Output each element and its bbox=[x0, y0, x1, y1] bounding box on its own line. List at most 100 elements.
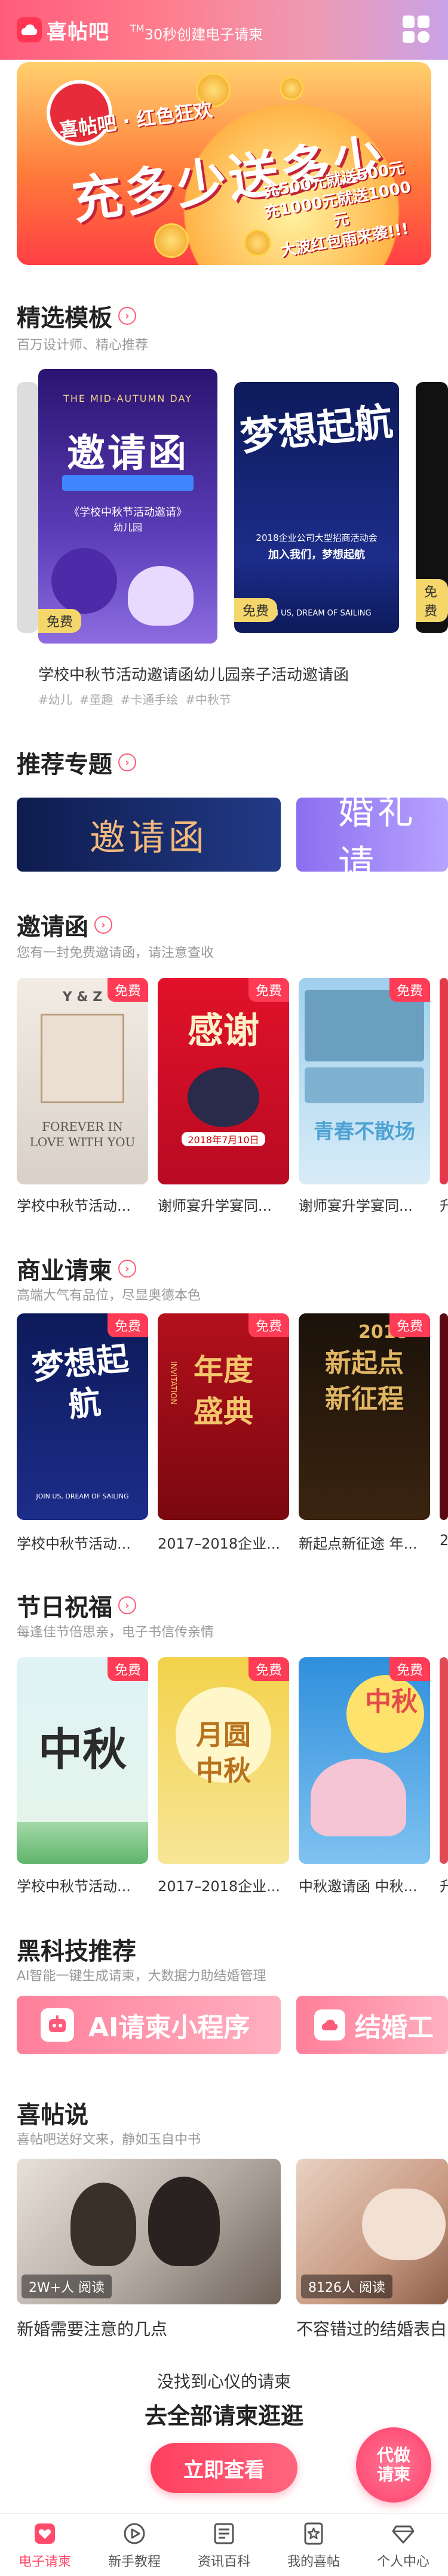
invitations-title-text: 邀请函 bbox=[17, 913, 88, 941]
business-card[interactable]: 2018 新起点新征程 免费 bbox=[299, 1313, 430, 1520]
poster-title: 感谢 bbox=[188, 1010, 259, 1052]
fairy-graphic bbox=[311, 1759, 406, 1836]
poster-title: 青春不散场 bbox=[314, 1120, 415, 1144]
tech-title-text: 黑科技推荐 bbox=[17, 1938, 136, 1965]
invitation-caption[interactable]: 学校中秋节活动... bbox=[17, 1194, 148, 1215]
custom-invitation-float-button[interactable]: 代做请柬 bbox=[356, 2427, 431, 2503]
invitation-caption[interactable]: 谢师宴升学宴同... bbox=[299, 1194, 430, 1215]
festival-section-title[interactable]: 节日祝福 › bbox=[17, 1588, 136, 1623]
wedding-tool-banner[interactable]: 结婚工 bbox=[296, 1996, 448, 2054]
business-caption[interactable]: 新起点新征途 年... bbox=[299, 1532, 430, 1553]
free-badge: 免费 bbox=[38, 609, 82, 633]
articles-section-title: 喜帖说 bbox=[17, 2095, 88, 2130]
slogan-text: 30秒创建电子请柬 bbox=[144, 26, 263, 43]
business-caption[interactable]: 学校中秋节活动... bbox=[17, 1532, 148, 1553]
chevron-right-icon: › bbox=[118, 1596, 136, 1614]
business-card[interactable]: 梦想起航 JOIN US, DREAM OF SAILING 免费 bbox=[17, 1313, 148, 1520]
festival-caption[interactable]: 升 bbox=[440, 1875, 448, 1895]
festival-card-peek[interactable] bbox=[440, 1657, 448, 1864]
promo-banner[interactable]: 喜帖吧 · 红色狂欢 充多少送多少 充500元就送500元 充1000元就送10… bbox=[17, 62, 431, 265]
free-badge: 免费 bbox=[107, 1313, 148, 1337]
tech-section-title: 黑科技推荐 bbox=[17, 1932, 136, 1966]
poster-title: 年度盛典 bbox=[194, 1353, 253, 1429]
news-icon bbox=[210, 2520, 238, 2547]
rabbit-image bbox=[128, 566, 194, 626]
poster-small: 幼儿园 bbox=[113, 522, 142, 533]
characters-image bbox=[188, 1067, 259, 1127]
featured-subtitle: 百万设计师、精心推荐 bbox=[17, 338, 149, 353]
invitation-caption[interactable]: 谢师宴升学宴同... bbox=[158, 1194, 289, 1215]
festival-card[interactable]: 月圆中秋 免费 bbox=[158, 1657, 289, 1864]
star-card-icon bbox=[300, 2520, 327, 2547]
invitation-card[interactable]: 青春不散场 免费 bbox=[299, 978, 430, 1184]
lotus-graphic bbox=[17, 1822, 148, 1864]
cloud-logo-icon bbox=[17, 17, 42, 42]
free-badge: 免费 bbox=[389, 1657, 430, 1681]
business-card-peek[interactable] bbox=[440, 1313, 448, 1520]
article-card[interactable]: 8126人 阅读 bbox=[296, 2159, 448, 2304]
tab-invitations[interactable]: 电子请柬 bbox=[0, 2514, 90, 2576]
poster-date: 2018年7月10日 bbox=[182, 1132, 265, 1146]
app-name: 喜帖吧 bbox=[47, 20, 109, 44]
coin-icon bbox=[154, 223, 189, 258]
template-card-peek[interactable] bbox=[17, 382, 38, 633]
tag[interactable]: #童趣 bbox=[79, 690, 113, 707]
business-caption[interactable]: 2 bbox=[440, 1532, 448, 1549]
article-card[interactable]: 2W+人 阅读 bbox=[17, 2159, 281, 2304]
heart-card-icon bbox=[31, 2520, 59, 2547]
tab-profile[interactable]: 个人中心 bbox=[358, 2514, 448, 2576]
festival-card[interactable]: 中秋 免费 bbox=[299, 1657, 430, 1864]
business-caption[interactable]: 2017–2018企业... bbox=[158, 1532, 289, 1553]
invitation-card[interactable]: Y & Z FOREVER IN LOVE WITH YOU 免费 bbox=[17, 978, 148, 1184]
festival-card[interactable]: 中秋 免费 bbox=[17, 1657, 148, 1864]
festival-caption[interactable]: 学校中秋节活动... bbox=[17, 1875, 148, 1895]
cloud-icon bbox=[314, 2009, 345, 2041]
tab-news[interactable]: 资讯百科 bbox=[179, 2514, 269, 2576]
view-now-button[interactable]: 立即查看 bbox=[151, 2443, 297, 2493]
article-title[interactable]: 不容错过的结婚表白 bbox=[296, 2316, 448, 2340]
header-slogan: TM30秒创建电子请柬 bbox=[130, 23, 263, 43]
ai-miniprogram-banner[interactable]: AI请柬小程序 bbox=[17, 1996, 281, 2054]
article-title[interactable]: 新婚需要注意的几点 bbox=[17, 2316, 281, 2340]
invitations-section-title[interactable]: 邀请函 › bbox=[17, 907, 112, 942]
topics-section-title[interactable]: 推荐专题 › bbox=[17, 745, 136, 780]
featured-section-title[interactable]: 精选模板 › bbox=[17, 298, 136, 333]
topic-wedding[interactable]: 婚礼请 bbox=[296, 791, 448, 885]
poster-line: 2018企业公司大型招商活动会 bbox=[256, 533, 378, 543]
business-title-text: 商业请柬 bbox=[17, 1257, 112, 1285]
invitation-card[interactable]: 感谢 2018年7月10日 免费 bbox=[158, 978, 289, 1184]
menu-grid-icon[interactable] bbox=[403, 16, 430, 43]
topic-invitation[interactable]: 邀请函 bbox=[17, 798, 281, 872]
template-card-dream[interactable]: 梦想起航 2018企业公司大型招商活动会 加入我们，梦想起航 JOIN US, … bbox=[234, 382, 399, 633]
poster-title: 梦想起航 bbox=[238, 399, 395, 460]
articles-subtitle: 喜帖吧送好文来，静如玉自中书 bbox=[17, 2132, 201, 2147]
free-badge: 免费 bbox=[107, 978, 148, 1002]
tab-label: 电子请柬 bbox=[18, 2555, 71, 2569]
template-card-midautumn[interactable]: THE MID-AUTUMN DAY 邀请函 《学校中秋节活动邀请》 幼儿园 免… bbox=[38, 369, 217, 644]
tag[interactable]: #幼儿 bbox=[38, 690, 72, 707]
poster-ribbon bbox=[62, 475, 194, 491]
free-badge: 免费 bbox=[389, 978, 430, 1002]
tag[interactable]: #中秋节 bbox=[185, 690, 231, 707]
free-badge: 免费 bbox=[234, 598, 278, 622]
free-badge: 免费 bbox=[248, 1313, 289, 1337]
festival-title-text: 节日祝福 bbox=[17, 1594, 112, 1621]
free-badge: 免费 bbox=[248, 1657, 289, 1681]
poster-side-text: INVITATION bbox=[168, 1361, 177, 1405]
festival-caption[interactable]: 中秋邀请函 中秋... bbox=[299, 1875, 430, 1895]
tab-my-invitations[interactable]: 我的喜帖 bbox=[269, 2514, 358, 2576]
featured-caption[interactable]: 学校中秋节活动邀请函幼儿园亲子活动邀请函 bbox=[38, 663, 409, 685]
festival-caption[interactable]: 2017–2018企业... bbox=[158, 1875, 289, 1895]
template-card-peek[interactable]: 免费 bbox=[416, 382, 448, 633]
invitation-card-peek[interactable] bbox=[440, 978, 448, 1184]
tab-tutorial[interactable]: 新手教程 bbox=[90, 2514, 179, 2576]
coin-icon bbox=[280, 76, 303, 100]
app-logo[interactable]: 喜帖吧 bbox=[17, 14, 109, 45]
poster-title: 邀请函 bbox=[67, 432, 189, 476]
tag[interactable]: #卡通手绘 bbox=[121, 690, 179, 707]
business-section-title[interactable]: 商业请柬 › bbox=[17, 1251, 136, 1286]
invitation-caption[interactable]: 升 bbox=[440, 1194, 448, 1215]
tech-subtitle: AI智能一键生成请柬，大数据力助结婚管理 bbox=[17, 1969, 266, 1984]
business-card[interactable]: 年度盛典 INVITATION 免费 bbox=[158, 1313, 289, 1520]
bottom-tab-bar: 电子请柬 新手教程 资讯百科 我的喜帖 个人中心 bbox=[0, 2513, 448, 2576]
